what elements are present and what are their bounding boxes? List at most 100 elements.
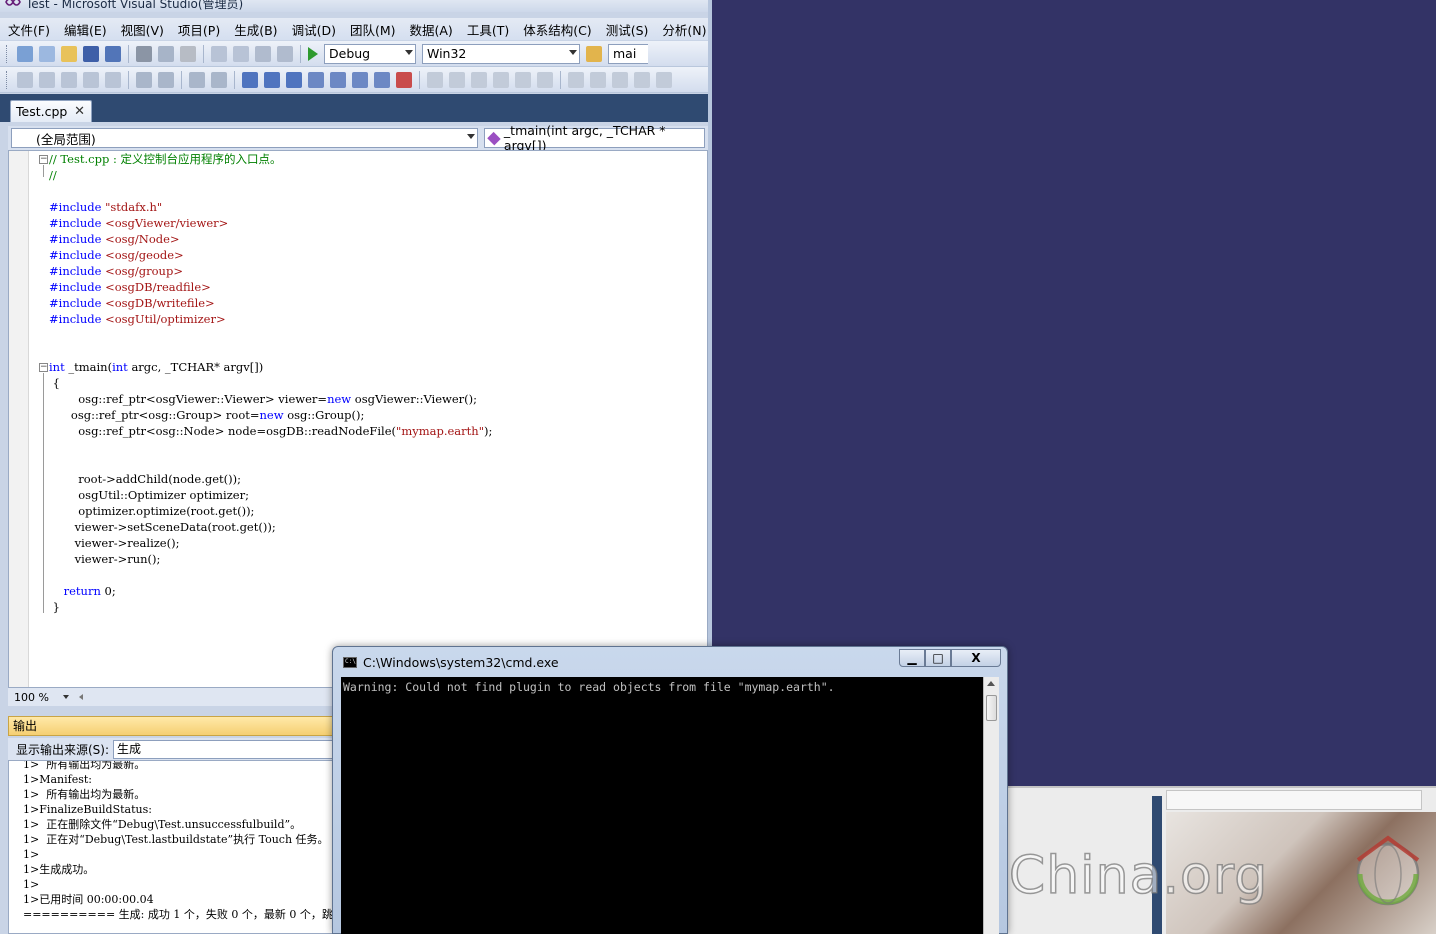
code-line[interactable]: // — [49, 167, 57, 183]
copy-icon[interactable] — [158, 45, 174, 62]
comment-out-icon[interactable] — [189, 71, 205, 88]
code-line[interactable]: } — [49, 599, 60, 615]
scope-combo[interactable]: (全局范围) — [11, 128, 479, 148]
save-all-icon[interactable] — [105, 45, 121, 62]
collapse-toggle-icon[interactable]: − — [39, 155, 48, 164]
close-button[interactable]: X — [951, 649, 1001, 667]
code-line[interactable]: #include <osg/Node> — [49, 231, 180, 247]
code-line[interactable]: #include <osg/geode> — [49, 247, 184, 263]
pencil-tool-icon[interactable] — [471, 71, 487, 88]
vertical-scrollbar[interactable] — [983, 677, 999, 934]
uncomment-icon[interactable] — [211, 71, 227, 88]
scroll-up-icon[interactable] — [987, 681, 995, 686]
code-line[interactable]: optimizer.optimize(root.get()); — [49, 503, 254, 519]
scroll-thumb[interactable] — [986, 695, 997, 721]
code-line[interactable]: #include <osgViewer/viewer> — [49, 215, 228, 231]
add-item-icon[interactable] — [39, 45, 55, 62]
previous-bookmark-in-document-icon[interactable] — [352, 71, 368, 88]
next-bookmark-in-document-icon[interactable] — [374, 71, 390, 88]
find-in-files-icon[interactable] — [586, 45, 602, 62]
code-line[interactable]: osg::ref_ptr<osg::Group> root=new osg::G… — [49, 407, 364, 423]
toolbar-grip[interactable] — [6, 70, 9, 89]
code-line[interactable]: // Test.cpp : 定义控制台应用程序的入口点。 — [49, 151, 282, 167]
brush-tool-icon[interactable] — [590, 71, 606, 88]
undo-icon[interactable] — [211, 45, 227, 62]
start-debugging-icon[interactable] — [308, 46, 318, 61]
chevron-down-icon[interactable] — [62, 695, 69, 699]
menu-item[interactable]: 视图(V) — [121, 20, 164, 39]
console-icon[interactable]: C:\ — [343, 657, 357, 668]
display-quick-info-icon[interactable] — [61, 71, 77, 88]
code-line[interactable]: int _tmain(int argc, _TCHAR* argv[]) — [49, 359, 263, 375]
code-line[interactable]: viewer->run(); — [49, 551, 161, 567]
menu-item[interactable]: 项目(P) — [178, 20, 220, 39]
code-line[interactable]: viewer->realize(); — [49, 535, 180, 551]
function-combo[interactable]: _tmain(int argc, _TCHAR * argv[]) — [484, 123, 705, 153]
navigate-backward-icon[interactable] — [255, 45, 271, 62]
next-bookmark-in-folder-icon[interactable] — [330, 71, 346, 88]
cmd-title-bar[interactable]: C:\ C:\Windows\system32\cmd.exe ▁ □ X — [333, 647, 1007, 675]
code-line[interactable]: #include "stdafx.h" — [49, 199, 162, 215]
toolbar-grip[interactable] — [6, 44, 9, 63]
code-line[interactable]: { — [49, 375, 60, 391]
code-line[interactable]: return 0; — [49, 583, 116, 599]
collapse-toggle-icon[interactable]: − — [39, 363, 48, 372]
display-parameter-info-icon[interactable] — [39, 71, 55, 88]
output-source-combo[interactable]: 生成 — [113, 739, 354, 759]
increase-indent-icon[interactable] — [158, 71, 174, 88]
code-line[interactable]: #include <osgUtil/optimizer> — [49, 311, 226, 327]
decrease-indent-icon[interactable] — [136, 71, 152, 88]
menu-item[interactable]: 测试(S) — [606, 20, 649, 39]
save-icon[interactable] — [83, 45, 99, 62]
previous-bookmark-icon[interactable] — [264, 71, 280, 88]
cmd-console-area[interactable]: Warning: Could not find plugin to read o… — [341, 677, 999, 934]
find-combo[interactable]: mai — [608, 43, 648, 64]
menu-item[interactable]: 体系结构(C) — [523, 20, 591, 39]
menu-item[interactable]: 分析(N) — [662, 20, 706, 39]
maximize-button[interactable]: □ — [925, 649, 951, 667]
rectangle-tool-icon[interactable] — [427, 71, 443, 88]
line-tool-icon[interactable] — [568, 71, 584, 88]
redo-icon[interactable] — [233, 45, 249, 62]
display-word-completion-icon[interactable] — [83, 71, 99, 88]
menu-item[interactable]: 调试(D) — [292, 20, 336, 39]
navigate-forward-icon[interactable] — [277, 45, 293, 62]
airbrush-tool-icon[interactable] — [612, 71, 628, 88]
menu-item[interactable]: 编辑(E) — [64, 20, 107, 39]
zoom-tool-icon[interactable] — [537, 71, 553, 88]
toggle-bookmark-icon[interactable] — [242, 71, 258, 88]
open-file-icon[interactable] — [61, 45, 77, 62]
clear-bookmarks-icon[interactable] — [396, 71, 412, 88]
menu-item[interactable]: 文件(F) — [8, 20, 50, 39]
ellipse-tool-icon[interactable] — [449, 71, 465, 88]
paste-icon[interactable] — [180, 45, 196, 62]
code-line[interactable]: viewer->setSceneData(root.get()); — [49, 519, 276, 535]
indent-icon[interactable] — [105, 71, 121, 88]
display-object-member-list-icon[interactable] — [17, 71, 33, 88]
tab-test-cpp[interactable]: Test.cpp ✕ — [10, 100, 92, 122]
new-project-icon[interactable] — [17, 45, 33, 62]
solution-configuration-combo[interactable]: Debug — [324, 43, 416, 64]
cut-icon[interactable] — [136, 45, 152, 62]
curve-tool-icon[interactable] — [634, 71, 650, 88]
code-line[interactable]: osgUtil::Optimizer optimizer; — [49, 487, 249, 503]
code-line[interactable]: root->addChild(node.get()); — [49, 471, 241, 487]
code-editor[interactable]: − − // Test.cpp : 定义控制台应用程序的入口点。 // #inclu… — [8, 150, 708, 688]
code-line[interactable]: #include <osgDB/readfile> — [49, 279, 211, 295]
eraser-tool-icon[interactable] — [493, 71, 509, 88]
menu-item[interactable]: 数据(A) — [410, 20, 453, 39]
fill-tool-icon[interactable] — [515, 71, 531, 88]
previous-bookmark-in-folder-icon[interactable] — [308, 71, 324, 88]
minimize-button[interactable]: ▁ — [899, 649, 925, 667]
scroll-left-icon[interactable] — [78, 694, 83, 700]
close-icon[interactable]: ✕ — [74, 104, 85, 119]
code-line[interactable]: osg::ref_ptr<osg::Node> node=osgDB::read… — [49, 423, 492, 439]
code-line[interactable]: osg::ref_ptr<osgViewer::Viewer> viewer=n… — [49, 391, 477, 407]
zoom-level[interactable]: 100 % — [14, 691, 49, 704]
solution-platform-combo[interactable]: Win32 — [422, 43, 580, 64]
menu-item[interactable]: 工具(T) — [467, 20, 509, 39]
arc-tool-icon[interactable] — [656, 71, 672, 88]
next-bookmark-icon[interactable] — [286, 71, 302, 88]
menu-item[interactable]: 生成(B) — [234, 20, 277, 39]
menu-item[interactable]: 团队(M) — [350, 20, 396, 39]
